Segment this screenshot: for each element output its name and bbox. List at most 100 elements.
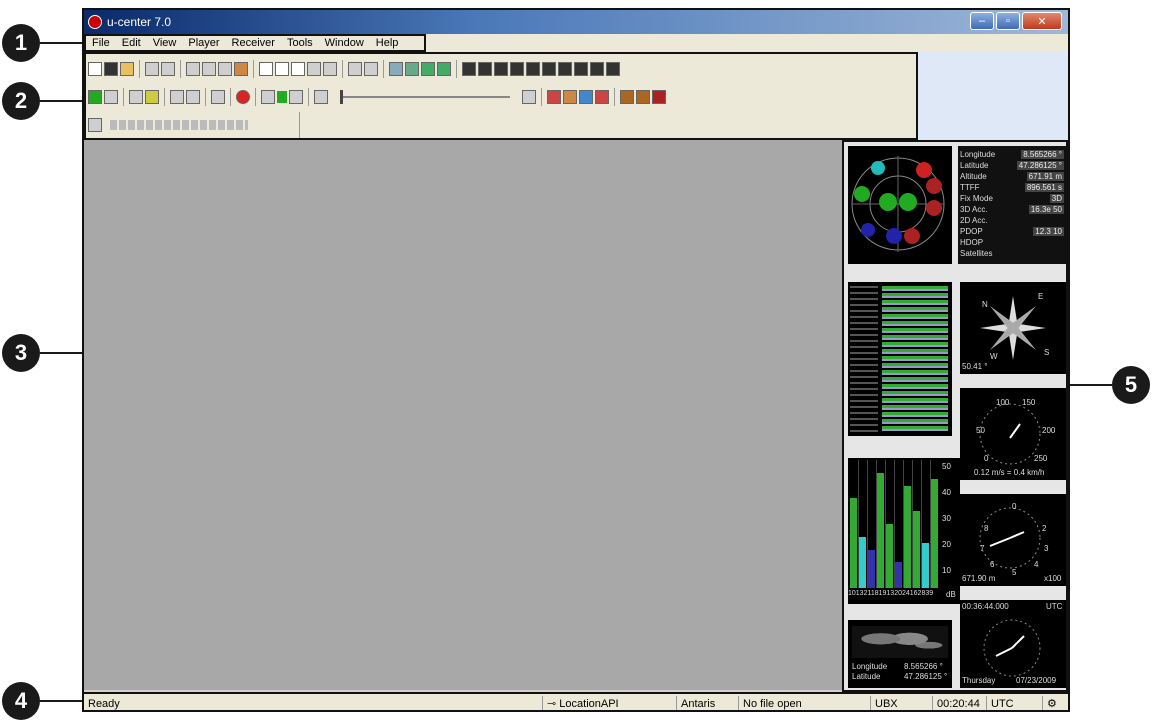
view-9-icon[interactable] — [590, 62, 604, 76]
connect-icon[interactable] — [88, 90, 102, 104]
map-latitude-label: Latitude — [852, 672, 881, 681]
signal-list-view[interactable] — [848, 282, 952, 436]
callout-line-4 — [40, 700, 84, 702]
config-2-icon[interactable] — [636, 90, 650, 104]
config-3-icon[interactable] — [652, 90, 666, 104]
menu-player[interactable]: Player — [182, 37, 225, 49]
toolbar-player — [88, 84, 666, 110]
reset-icon[interactable] — [595, 90, 609, 104]
data-view-row: Altitude 671.91 m — [960, 172, 1064, 182]
altimeter-view[interactable]: 0 8 2 7 3 6 4 5 671.90 m x100 — [960, 494, 1066, 586]
status-gear-icon[interactable]: ⚙ — [1042, 696, 1061, 710]
view-8-icon[interactable] — [574, 62, 588, 76]
map-icon[interactable] — [405, 62, 419, 76]
fast-forward-icon[interactable] — [289, 90, 303, 104]
clock-view[interactable]: 00:36:44.000 UTC Thursday 07/23/2009 — [960, 600, 1066, 688]
view-5-icon[interactable] — [526, 62, 540, 76]
menu-help[interactable]: Help — [370, 37, 405, 49]
app-icon — [88, 15, 102, 29]
signal-chart-view[interactable]: 50 40 30 20 10 1013211819132024162839 dB — [848, 458, 960, 604]
signal-chart-bar — [859, 536, 866, 588]
minimize-button[interactable]: – — [970, 12, 994, 30]
menu-bar-fill — [426, 34, 1068, 52]
record-icon[interactable] — [236, 90, 250, 104]
copy-icon[interactable] — [202, 62, 216, 76]
table-icon[interactable] — [364, 62, 378, 76]
compass-view[interactable]: N E S W 50.41 ° — [960, 282, 1066, 374]
app-window: u-center 7.0 – ▫ ✕ File Edit View Player… — [82, 8, 1070, 712]
open-icon[interactable] — [120, 62, 134, 76]
play-icon[interactable] — [277, 91, 287, 103]
signal-chart-bar — [904, 485, 911, 588]
config-1-icon[interactable] — [620, 90, 634, 104]
chart-icon[interactable] — [421, 62, 435, 76]
signal-chart-x-labels: 1013211819132024162839 — [848, 590, 934, 597]
pause-icon[interactable] — [211, 90, 225, 104]
title-bar[interactable]: u-center 7.0 – ▫ ✕ — [84, 10, 1068, 34]
view-7-icon[interactable] — [558, 62, 572, 76]
alt-tick-8: 8 — [984, 524, 989, 533]
rewind-icon[interactable] — [314, 90, 328, 104]
cut-icon[interactable] — [186, 62, 200, 76]
messages-icon[interactable] — [88, 118, 102, 132]
panel-icon[interactable] — [307, 62, 321, 76]
maximize-button[interactable]: ▫ — [996, 12, 1020, 30]
signal-chart-bars — [850, 460, 938, 588]
doc-3-icon[interactable] — [291, 62, 305, 76]
status-protocol: UBX — [870, 696, 932, 710]
doc-2-icon[interactable] — [275, 62, 289, 76]
status-connection[interactable]: ⊸ LocationAPI — [542, 696, 676, 710]
speedometer-view[interactable]: 100 150 50 200 0 250 0.12 m/s = 0.4 km/h — [960, 388, 1066, 480]
data-view-value: 16.3e 50 — [1028, 205, 1064, 214]
paste-icon[interactable] — [218, 62, 232, 76]
new-icon[interactable] — [88, 62, 102, 76]
view-6-icon[interactable] — [542, 62, 556, 76]
step-icon[interactable] — [261, 90, 275, 104]
save-icon[interactable] — [104, 62, 118, 76]
view-4-icon[interactable] — [510, 62, 524, 76]
sum-icon[interactable] — [348, 62, 362, 76]
menu-receiver[interactable]: Receiver — [226, 37, 281, 49]
globe-icon[interactable] — [389, 62, 403, 76]
warm-start-icon[interactable] — [563, 90, 577, 104]
baudrate-icon[interactable] — [104, 90, 118, 104]
clock-date: 07/23/2009 — [1016, 676, 1057, 685]
close-button[interactable]: ✕ — [1022, 12, 1062, 30]
end-icon[interactable] — [522, 90, 536, 104]
callout-5: 5 — [1112, 366, 1150, 404]
print-icon[interactable] — [145, 62, 159, 76]
menu-tools[interactable]: Tools — [281, 37, 319, 49]
eject-icon[interactable] — [170, 90, 184, 104]
wizard-icon[interactable] — [129, 90, 143, 104]
panel-2-icon[interactable] — [323, 62, 337, 76]
hot-start-icon[interactable] — [547, 90, 561, 104]
playback-slider[interactable] — [340, 90, 510, 104]
menu-window[interactable]: Window — [319, 37, 370, 49]
cold-start-icon[interactable] — [579, 90, 593, 104]
compass-w-label: W — [990, 352, 998, 361]
data-view-row: TTFF 896.561 s — [960, 183, 1064, 193]
view-10-icon[interactable] — [606, 62, 620, 76]
data-view[interactable]: Longitude 8.565266 ° Latitude 47.286125 ° Al… — [958, 146, 1066, 264]
doc-1-icon[interactable] — [259, 62, 273, 76]
signal-chart-tick: 20 — [942, 540, 951, 549]
menu-file[interactable]: File — [86, 37, 116, 49]
altitude-readout: 671.90 m — [962, 574, 996, 583]
delete-icon[interactable] — [234, 62, 248, 76]
world-map-view[interactable]: Longitude 8.565266 ° Latitude 47.286125 … — [848, 620, 952, 688]
print-preview-icon[interactable] — [161, 62, 175, 76]
view-3-icon[interactable] — [494, 62, 508, 76]
view-1-icon[interactable] — [462, 62, 476, 76]
histogram-icon[interactable] — [437, 62, 451, 76]
debug-icon[interactable] — [145, 90, 159, 104]
speed-tick-200: 200 — [1042, 426, 1056, 435]
data-view-row: 3D Acc. 16.3e 50 — [960, 205, 1064, 215]
data-view-row: Latitude 47.286125 ° — [960, 161, 1064, 171]
data-view-row: 2D Acc. — [960, 216, 1064, 226]
sky-view[interactable] — [848, 146, 952, 264]
data-view-label: 2D Acc. — [960, 216, 988, 225]
menu-edit[interactable]: Edit — [116, 37, 147, 49]
menu-view[interactable]: View — [147, 37, 183, 49]
stop-icon[interactable] — [186, 90, 200, 104]
view-2-icon[interactable] — [478, 62, 492, 76]
